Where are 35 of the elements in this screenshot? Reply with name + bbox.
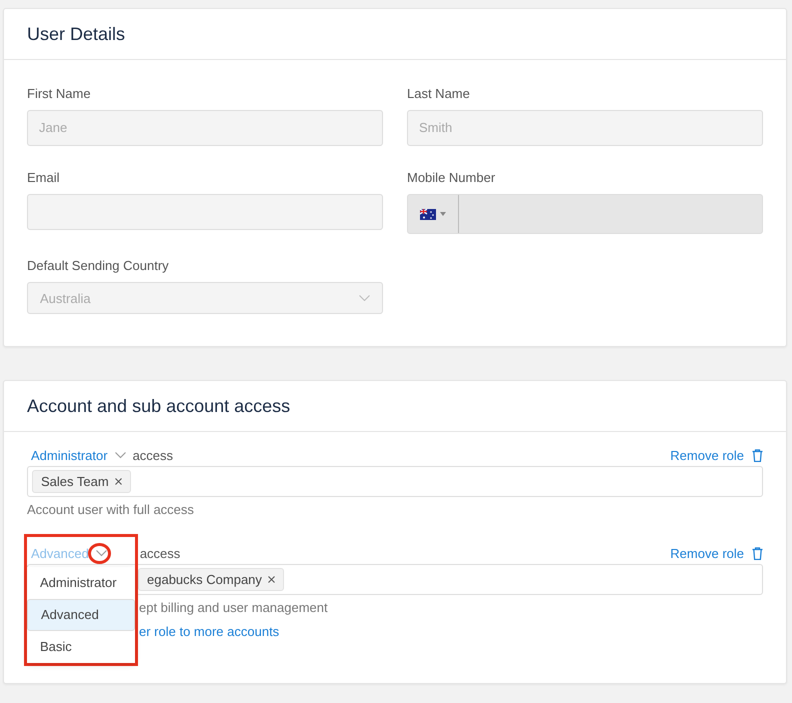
close-icon[interactable]: [268, 576, 275, 583]
section-title: User Details: [27, 24, 126, 44]
accounts-field[interactable]: Sales Team: [27, 466, 763, 497]
caret-icon: [440, 212, 446, 216]
field-label: Email: [27, 170, 61, 185]
menu-item[interactable]: Advanced: [27, 599, 135, 631]
account-tag: egabucks Company: [138, 568, 284, 591]
chevron-icon: [96, 550, 107, 557]
role-description: ept billing and user management: [139, 600, 328, 615]
section-title: Account and sub account access: [27, 396, 290, 416]
trash-icon: [752, 547, 763, 560]
close-icon[interactable]: [114, 478, 122, 485]
account-tag: Sales Team: [32, 470, 131, 493]
trash-icon: [752, 449, 763, 462]
input-field[interactable]: Jane: [27, 110, 383, 146]
role-suffix: access: [140, 546, 180, 561]
role-suffix: access: [132, 448, 174, 463]
field-label: First Name: [27, 86, 92, 101]
input-field[interactable]: Smith: [407, 110, 763, 146]
chevron-icon: [114, 452, 126, 459]
chevron-icon: [359, 295, 370, 301]
remove-role-link[interactable]: Remove role: [670, 546, 744, 561]
country-select[interactable]: Australia: [27, 282, 383, 314]
phone-field[interactable]: [407, 194, 763, 234]
field-label: Last Name: [407, 86, 471, 101]
menu-item[interactable]: Basic: [27, 631, 135, 663]
role-dropdown[interactable]: Administrator: [31, 448, 108, 463]
flag-icon: [420, 208, 436, 220]
remove-role-link[interactable]: Remove role: [670, 448, 744, 463]
input-field[interactable]: [27, 194, 383, 230]
role-description: Account user with full access: [27, 502, 195, 517]
highlight-circle: [88, 543, 111, 564]
field-label: Mobile Number: [407, 170, 496, 185]
add-accounts-link[interactable]: er role to more accounts: [139, 624, 280, 639]
field-label: Default Sending Country: [27, 258, 170, 273]
